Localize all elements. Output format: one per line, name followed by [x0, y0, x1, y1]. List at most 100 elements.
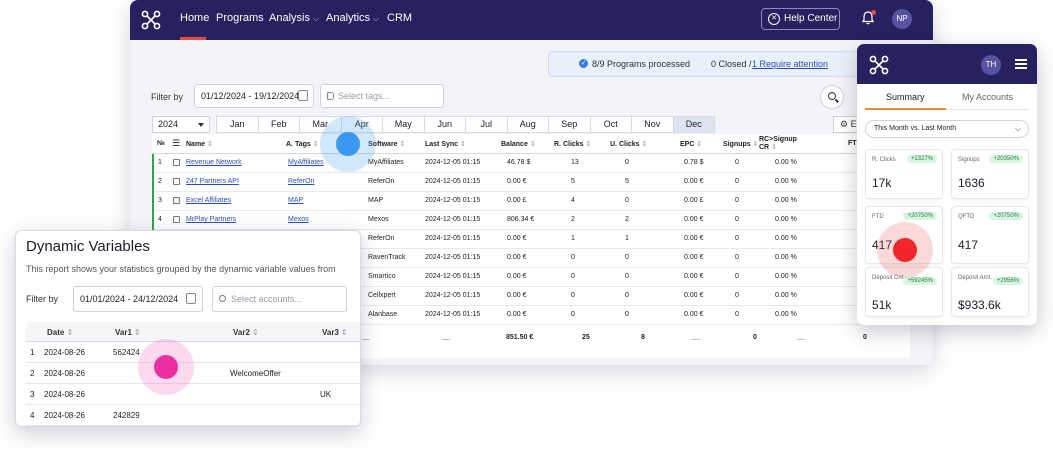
cell-tag[interactable]: Mexos — [288, 216, 309, 223]
cell-sync: 2024-12-05 01:15 — [425, 235, 481, 242]
cell-signups: 0 — [735, 292, 739, 299]
avatar[interactable]: TH — [981, 55, 1001, 75]
accounts-select[interactable]: Select accounts... — [212, 286, 347, 312]
month-jul[interactable]: Jul — [465, 116, 508, 133]
calendar-icon — [186, 293, 196, 304]
cell-balance: 0.00 € — [507, 292, 527, 299]
avatar[interactable]: NP — [892, 9, 912, 29]
help-center-button[interactable]: ✕ Help Center — [761, 8, 840, 30]
table-row[interactable]: 4 MrPlay Partners Mexos Mexos 2024-12-05 01:… — [152, 211, 910, 230]
filter-label: Filter by — [26, 294, 59, 304]
table-row[interactable]: 4 2024-08-26 242829 — [26, 405, 360, 426]
month-jun[interactable]: Jun — [423, 116, 466, 133]
cell-name[interactable]: Revenue Network — [186, 159, 242, 166]
cursor-dot — [154, 355, 178, 379]
tab-my-accounts[interactable]: My Accounts — [962, 92, 1013, 102]
chevron-down-icon: ⌵ — [1014, 124, 1021, 133]
col-var1[interactable]: Var1 ⇕ — [115, 328, 141, 337]
month-jan[interactable]: Jan — [216, 116, 259, 133]
date-range-picker[interactable]: 01/12/2024 - 19/12/2024 — [194, 84, 314, 108]
cell-balance: 806.34 € — [507, 216, 535, 223]
year-select[interactable]: 2024 — [152, 116, 210, 133]
kpi-card-r-clicks[interactable]: R. Clicks +1327% 17k — [865, 149, 943, 199]
cell-tag[interactable]: ReferOn — [288, 178, 314, 185]
table-row[interactable]: 1 2024-08-26 562424 — [26, 342, 360, 363]
logo-icon[interactable] — [868, 54, 890, 76]
cell-tag[interactable]: MyAffiliates — [288, 159, 324, 166]
tab-summary[interactable]: Summary — [886, 92, 925, 102]
month-nov[interactable]: Nov — [631, 116, 674, 133]
table-row[interactable]: 2 247 Partners API ReferOn ReferOn 2024-12-0… — [152, 173, 910, 192]
nav-analysis[interactable]: Analysis ⌵ — [269, 12, 319, 24]
cell-uclicks: 0 — [625, 311, 629, 318]
cell-tag[interactable]: MAP — [288, 197, 303, 204]
cell-cr: 0.00 % — [775, 197, 797, 204]
cell-uclicks: 0 — [625, 292, 629, 299]
search-button[interactable] — [820, 85, 844, 109]
kpi-card-qftd[interactable]: QFTD +20750% 417 — [951, 206, 1029, 264]
cell-var2: WelcomeOffer — [230, 369, 281, 378]
column-toggle-icon[interactable]: ☰ — [172, 138, 180, 149]
month-sep[interactable]: Sep — [548, 116, 591, 133]
month-oct[interactable]: Oct — [589, 116, 632, 133]
menu-icon[interactable] — [1015, 59, 1027, 69]
tags-select[interactable]: Select tags... — [320, 84, 444, 108]
row-checkbox[interactable] — [173, 159, 180, 166]
nav-crm[interactable]: CRM — [387, 12, 412, 24]
col-signups[interactable]: Signups ⇕ — [723, 140, 759, 148]
table-row[interactable]: 3 2024-08-26 UK — [26, 384, 360, 405]
cell-signups: 0 — [735, 235, 739, 242]
month-selector: Jan Feb Mar Apr May Jun Jul Aug Sep Oct … — [216, 116, 715, 133]
row-checkbox[interactable] — [173, 216, 180, 223]
col-balance[interactable]: Balance ⇕ — [501, 140, 536, 148]
cell-name[interactable]: Excel Affiliates — [186, 197, 231, 204]
row-checkbox[interactable] — [173, 178, 180, 185]
month-aug[interactable]: Aug — [506, 116, 549, 133]
nav-analytics[interactable]: Analytics ⌵ — [326, 12, 379, 24]
active-tab-indicator — [865, 108, 946, 110]
mobile-app-panel: TH Summary My Accounts This Month vs. La… — [857, 44, 1037, 325]
cell-cr: 0.00 % — [775, 311, 797, 318]
change-badge: +20350% — [989, 155, 1023, 163]
table-row[interactable]: 3 Excel Affiliates MAP MAP 2024-12-05 01:15 0… — [152, 192, 910, 211]
col-var3[interactable]: Var3 ⇕ — [322, 328, 348, 337]
cell-software: MAP — [368, 197, 384, 204]
col-last-sync[interactable]: Last Sync ⇕ — [425, 140, 466, 148]
help-icon: ✕ — [768, 13, 780, 25]
month-dec[interactable]: Dec — [672, 116, 715, 133]
nav-home[interactable]: Home — [180, 12, 209, 24]
cell-name[interactable]: 247 Partners API — [186, 178, 239, 185]
kpi-card-signups[interactable]: Signups +20350% 1636 — [951, 149, 1029, 199]
logo-icon[interactable] — [140, 9, 162, 31]
cell-name[interactable]: MrPlay Partners — [186, 216, 236, 223]
cell-date: 2024-08-26 — [44, 348, 85, 357]
tag-icon — [327, 92, 334, 100]
col-var2[interactable]: Var2 ⇕ — [233, 328, 259, 337]
col-rc-signup-cr[interactable]: RC>Signup CR ⇕ — [759, 136, 803, 152]
month-feb[interactable]: Feb — [257, 116, 300, 133]
period-select[interactable]: This Month vs. Last Month ⌵ — [865, 120, 1029, 138]
col-tags[interactable]: A. Tags ⇕ — [286, 140, 319, 148]
table-row[interactable]: 1 Revenue Network MyAffiliates MyAffiliates… — [152, 154, 910, 173]
row-checkbox[interactable] — [173, 197, 180, 204]
cell-epc: 0.00 € — [684, 235, 704, 242]
date-range-picker[interactable]: 01/01/2024 - 24/12/2024 — [73, 286, 203, 312]
panel-description: This report shows your statistics groupe… — [26, 264, 336, 274]
cell-software: Cellxpert — [368, 292, 396, 299]
cell-signups: 0 — [735, 197, 739, 204]
month-may[interactable]: May — [382, 116, 425, 133]
col-date[interactable]: Date ⇕ — [47, 328, 73, 337]
col-r-clicks[interactable]: R. Clicks ⇕ — [554, 140, 591, 148]
dynamic-variables-panel: Dynamic Variables This report shows your… — [15, 230, 361, 427]
col-epc[interactable]: EPC ⇕ — [680, 140, 702, 148]
kpi-card-deposit-amount[interactable]: Deposit Amt. +2956% $933.6k — [951, 267, 1029, 317]
nav-programs[interactable]: Programs — [216, 12, 264, 24]
cell-cr: 0.00 % — [775, 254, 797, 261]
cell-epc: 0.00 € — [684, 216, 704, 223]
require-attention-link[interactable]: 1 Require attention — [752, 59, 828, 69]
cell-n: 4 — [30, 411, 35, 420]
col-u-clicks[interactable]: U. Clicks ⇕ — [610, 140, 647, 148]
cell-cr: 0.00 % — [775, 235, 797, 242]
cell-n: 2 — [30, 369, 35, 378]
col-name[interactable]: Name ⇕ — [186, 140, 213, 148]
